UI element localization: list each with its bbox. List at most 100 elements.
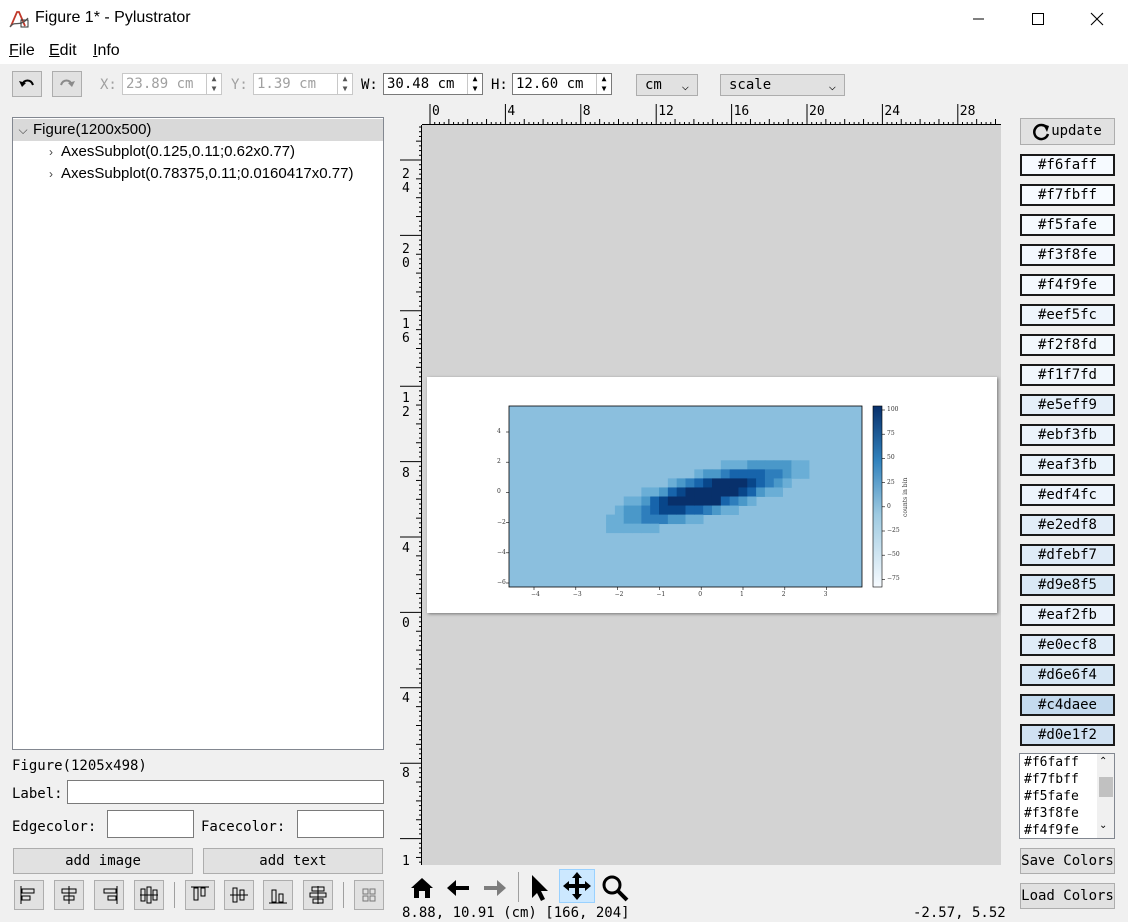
align-middle-button[interactable]: [224, 880, 254, 910]
facecolor-label: Facecolor:: [201, 819, 286, 835]
histogram-bin: [703, 496, 713, 506]
histogram-bin: [711, 478, 722, 488]
histogram-bin: [711, 505, 722, 515]
scroll-up-icon[interactable]: ⌃: [1099, 756, 1107, 767]
x-position-input[interactable]: 23.89 cm ▲ ▼: [122, 73, 222, 95]
w-spin-arrows-icon[interactable]: ▲ ▼: [467, 74, 482, 94]
load-colors-button[interactable]: Load Colors: [1020, 883, 1115, 909]
figure-preview[interactable]: −4 −3 −2 −1 0 1 2 3 4 2 0 −2 −4 −6 100 75 50 25 0 −25 −50 −75…: [427, 377, 997, 613]
chevron-down-icon[interactable]: ⌵: [13, 119, 33, 141]
height-input[interactable]: 12.60 cm ▲ ▼: [512, 73, 612, 95]
color-swatch-button[interactable]: #d9e8f5: [1020, 574, 1115, 596]
color-swatch-button[interactable]: #eef5fc: [1020, 304, 1115, 326]
menu-file[interactable]: File: [9, 42, 35, 60]
color-swatch-button[interactable]: #d6e6f4: [1020, 664, 1115, 686]
x-spin-arrows-icon[interactable]: ▲ ▼: [206, 74, 221, 94]
redo-icon: [60, 79, 75, 87]
histogram-plot[interactable]: [427, 377, 997, 613]
edgecolor-picker[interactable]: [107, 810, 194, 838]
align-right-button[interactable]: [94, 880, 124, 910]
color-swatch-button[interactable]: #f2f8fd: [1020, 334, 1115, 356]
forward-button[interactable]: [481, 874, 509, 902]
align-center-button[interactable]: [54, 880, 84, 910]
ruler-label: 8: [402, 766, 410, 781]
color-swatch-button[interactable]: #f6faff: [1020, 154, 1115, 176]
color-swatch-button[interactable]: #e5eff9: [1020, 394, 1115, 416]
chevron-right-icon[interactable]: ›: [41, 163, 61, 185]
color-swatch-button[interactable]: #edf4fc: [1020, 484, 1115, 506]
histogram-bin: [623, 523, 633, 534]
back-button[interactable]: [445, 874, 473, 902]
color-swatch-button[interactable]: #e2edf8: [1020, 514, 1115, 536]
histogram-bin: [650, 523, 660, 534]
color-swatch-button[interactable]: #f7fbff: [1020, 184, 1115, 206]
menu-info[interactable]: Info: [93, 42, 120, 60]
grid-layout-button[interactable]: [354, 880, 384, 910]
label-input[interactable]: [67, 780, 384, 804]
histogram-bin: [703, 469, 713, 479]
distribute-horizontal-button[interactable]: [134, 880, 164, 910]
color-swatch-button[interactable]: #f1f7fd: [1020, 364, 1115, 386]
maximize-button[interactable]: [1009, 0, 1067, 38]
update-button[interactable]: update: [1020, 118, 1115, 145]
tree-item-axes-1[interactable]: › AxesSubplot(0.125,0.11;0.62x0.77): [41, 141, 295, 163]
histogram-bin: [685, 487, 695, 497]
y-position-input[interactable]: 1.39 cm ▲ ▼: [253, 73, 353, 95]
width-input[interactable]: 30.48 cm ▲ ▼: [383, 73, 483, 95]
align-bottom-button[interactable]: [263, 880, 293, 910]
toolbar-separator: [343, 882, 344, 908]
close-icon: [1090, 12, 1104, 26]
unit-select[interactable]: cm ⌵: [636, 74, 698, 96]
add-text-button[interactable]: add text: [203, 848, 383, 874]
h-spin-arrows-icon[interactable]: ▲ ▼: [596, 74, 611, 94]
minimize-button[interactable]: [950, 0, 1008, 38]
add-image-button[interactable]: add image: [13, 848, 193, 874]
align-left-button[interactable]: [14, 880, 44, 910]
x-position-value: 23.89 cm: [126, 76, 194, 92]
histogram-bin: [632, 523, 642, 534]
redo-button[interactable]: [52, 71, 82, 97]
w-label: W:: [361, 77, 378, 93]
color-swatch-button[interactable]: #f3f8fe: [1020, 244, 1115, 266]
histogram-bin: [694, 514, 704, 525]
color-swatch-button[interactable]: #f4f9fe: [1020, 274, 1115, 296]
zoom-button[interactable]: [600, 873, 630, 903]
minimize-icon: [973, 18, 984, 20]
element-tree[interactable]: ⌵ Figure(1200x500) › AxesSubplot(0.125,0.1…: [12, 117, 384, 750]
color-swatch-button[interactable]: #f5fafe: [1020, 214, 1115, 236]
color-swatch-button[interactable]: #eaf2fb: [1020, 604, 1115, 626]
save-colors-button[interactable]: Save Colors: [1020, 848, 1115, 874]
pan-button[interactable]: [559, 869, 595, 903]
color-swatch-button[interactable]: #d0e1f2: [1020, 724, 1115, 746]
color-swatch-button[interactable]: #dfebf7: [1020, 544, 1115, 566]
color-swatch-button[interactable]: #eaf3fb: [1020, 454, 1115, 476]
mode-select[interactable]: scale ⌵: [720, 74, 845, 96]
distribute-vertical-icon: [309, 886, 327, 904]
ruler-label: 4: [507, 104, 516, 119]
scroll-down-icon[interactable]: ⌄: [1099, 820, 1107, 831]
distribute-vertical-button[interactable]: [303, 880, 333, 910]
histogram-bin: [667, 514, 678, 525]
histogram-bin: [694, 469, 704, 479]
close-button[interactable]: [1068, 0, 1126, 38]
select-button[interactable]: [526, 873, 554, 903]
tree-item-label: AxesSubplot(0.78375,0.11;0.0160417x0.77): [61, 165, 354, 182]
label-label: Label:: [12, 786, 63, 802]
color-swatch-button[interactable]: #e0ecf8: [1020, 634, 1115, 656]
tree-item-figure[interactable]: ⌵ Figure(1200x500): [13, 119, 383, 141]
scroll-thumb[interactable]: [1099, 777, 1113, 797]
home-button[interactable]: [408, 874, 436, 902]
y-spin-arrows-icon[interactable]: ▲ ▼: [337, 74, 352, 94]
color-list-scrollbar[interactable]: ⌃ ⌄: [1097, 754, 1114, 838]
color-swatch-button[interactable]: #c4daee: [1020, 694, 1115, 716]
tree-item-axes-2[interactable]: › AxesSubplot(0.78375,0.11;0.0160417x0.77…: [41, 163, 353, 185]
align-top-button[interactable]: [185, 880, 215, 910]
color-list[interactable]: #f6faff #f7fbff #f5fafe #f3f8fe #f4f9fe ⌃ ⌄: [1019, 753, 1115, 839]
color-swatch-button[interactable]: #ebf3fb: [1020, 424, 1115, 446]
chevron-right-icon[interactable]: ›: [41, 141, 61, 163]
histogram-bin: [703, 505, 713, 515]
histogram-bin: [711, 469, 722, 479]
facecolor-picker[interactable]: [297, 810, 384, 838]
menu-edit[interactable]: Edit: [49, 42, 77, 60]
undo-button[interactable]: [12, 71, 42, 97]
